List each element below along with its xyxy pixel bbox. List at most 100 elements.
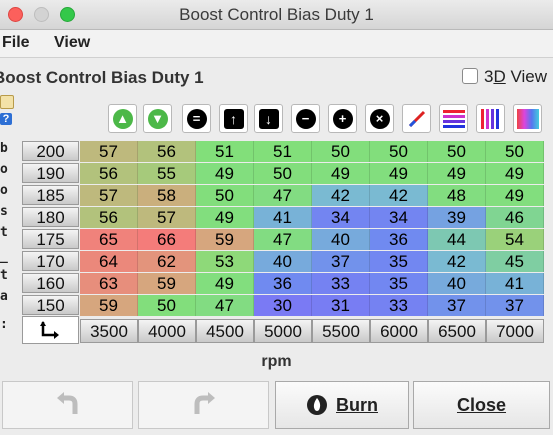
table-cell[interactable]: 51 bbox=[196, 141, 254, 162]
horizontal-interpolate-button[interactable] bbox=[439, 104, 468, 133]
table-cell[interactable]: 35 bbox=[370, 273, 428, 294]
interpolate-button[interactable] bbox=[402, 104, 431, 133]
table-cell[interactable]: 30 bbox=[254, 295, 312, 316]
table-cell[interactable]: 59 bbox=[196, 229, 254, 250]
table-cell[interactable]: 49 bbox=[486, 163, 544, 184]
table-cell[interactable]: 59 bbox=[80, 295, 138, 316]
burn-button[interactable]: Burn bbox=[275, 381, 409, 429]
increment-button[interactable]: ▲ bbox=[108, 104, 137, 133]
notepad-icon[interactable] bbox=[0, 95, 14, 109]
shift-down-button[interactable]: ↓ bbox=[254, 104, 283, 133]
table-cell[interactable]: 40 bbox=[312, 229, 370, 250]
table-cell[interactable]: 37 bbox=[428, 295, 486, 316]
table-cell[interactable]: 49 bbox=[196, 207, 254, 228]
table-cell[interactable]: 50 bbox=[428, 141, 486, 162]
row-label[interactable]: 170 bbox=[22, 251, 79, 271]
table-cell[interactable]: 36 bbox=[254, 273, 312, 294]
column-label[interactable]: 5000 bbox=[254, 319, 312, 343]
table-cell[interactable]: 39 bbox=[428, 207, 486, 228]
column-label[interactable]: 3500 bbox=[80, 319, 138, 343]
row-label[interactable]: 200 bbox=[22, 141, 79, 161]
table-cell[interactable]: 46 bbox=[486, 207, 544, 228]
axis-swap-button[interactable] bbox=[22, 316, 79, 344]
table-cell[interactable]: 57 bbox=[138, 207, 196, 228]
table-cell[interactable]: 34 bbox=[312, 207, 370, 228]
table-cell[interactable]: 50 bbox=[254, 163, 312, 184]
table-cell[interactable]: 47 bbox=[254, 185, 312, 206]
table-cell[interactable]: 31 bbox=[312, 295, 370, 316]
table-cell[interactable]: 41 bbox=[254, 207, 312, 228]
table-cell[interactable]: 49 bbox=[486, 185, 544, 206]
table-cell[interactable]: 56 bbox=[138, 141, 196, 162]
table-cell[interactable]: 50 bbox=[196, 185, 254, 206]
menu-file[interactable]: File bbox=[2, 34, 30, 52]
table-cell[interactable]: 35 bbox=[370, 251, 428, 272]
multiply-button[interactable]: × bbox=[365, 104, 394, 133]
row-label[interactable]: 160 bbox=[22, 273, 79, 293]
column-label[interactable]: 5500 bbox=[312, 319, 370, 343]
table-cell[interactable]: 37 bbox=[312, 251, 370, 272]
add-button[interactable]: + bbox=[328, 104, 357, 133]
table-cell[interactable]: 56 bbox=[80, 207, 138, 228]
view-3d-toggle[interactable]: 3D View bbox=[461, 67, 547, 87]
table-cell[interactable]: 50 bbox=[138, 295, 196, 316]
help-icon[interactable]: ? bbox=[0, 113, 12, 125]
table-cell[interactable]: 53 bbox=[196, 251, 254, 272]
table-cell[interactable]: 66 bbox=[138, 229, 196, 250]
menu-view[interactable]: View bbox=[54, 34, 90, 52]
table-cell[interactable]: 48 bbox=[428, 185, 486, 206]
table-cell[interactable]: 40 bbox=[428, 273, 486, 294]
table-cell[interactable]: 33 bbox=[312, 273, 370, 294]
table-cell[interactable]: 33 bbox=[370, 295, 428, 316]
table-cell[interactable]: 50 bbox=[370, 141, 428, 162]
table-cell[interactable]: 65 bbox=[80, 229, 138, 250]
row-label[interactable]: 175 bbox=[22, 229, 79, 249]
table-cell[interactable]: 59 bbox=[138, 273, 196, 294]
view-3d-checkbox[interactable] bbox=[461, 68, 478, 84]
column-label[interactable]: 6000 bbox=[370, 319, 428, 343]
table-cell[interactable]: 36 bbox=[370, 229, 428, 250]
table-cell[interactable]: 50 bbox=[486, 141, 544, 162]
table-cell[interactable]: 49 bbox=[428, 163, 486, 184]
row-label[interactable]: 150 bbox=[22, 295, 79, 315]
table-cell[interactable]: 57 bbox=[80, 185, 138, 206]
column-label[interactable]: 4000 bbox=[138, 319, 196, 343]
column-label[interactable]: 6500 bbox=[428, 319, 486, 343]
shift-up-button[interactable]: ↑ bbox=[219, 104, 248, 133]
vertical-interpolate-button[interactable] bbox=[476, 104, 505, 133]
table-cell[interactable]: 47 bbox=[196, 295, 254, 316]
table-cell[interactable]: 49 bbox=[312, 163, 370, 184]
table-cell[interactable]: 64 bbox=[80, 251, 138, 272]
redo-button[interactable] bbox=[138, 381, 269, 429]
table-cell[interactable]: 63 bbox=[80, 273, 138, 294]
table-cell[interactable]: 49 bbox=[370, 163, 428, 184]
table-cell[interactable]: 37 bbox=[486, 295, 544, 316]
table-cell[interactable]: 49 bbox=[196, 273, 254, 294]
table-cell[interactable]: 42 bbox=[312, 185, 370, 206]
table-cell[interactable]: 58 bbox=[138, 185, 196, 206]
color-scale-button[interactable] bbox=[513, 104, 542, 133]
table-cell[interactable]: 50 bbox=[312, 141, 370, 162]
column-label[interactable]: 4500 bbox=[196, 319, 254, 343]
table-cell[interactable]: 40 bbox=[254, 251, 312, 272]
table-cell[interactable]: 42 bbox=[428, 251, 486, 272]
table-cell[interactable]: 54 bbox=[486, 229, 544, 250]
table-cell[interactable]: 55 bbox=[138, 163, 196, 184]
table-cell[interactable]: 34 bbox=[370, 207, 428, 228]
undo-button[interactable] bbox=[2, 381, 133, 429]
table-cell[interactable]: 42 bbox=[370, 185, 428, 206]
column-label[interactable]: 7000 bbox=[486, 319, 544, 343]
row-label[interactable]: 180 bbox=[22, 207, 79, 227]
close-button[interactable]: Close bbox=[413, 381, 550, 429]
table-cell[interactable]: 47 bbox=[254, 229, 312, 250]
set-equal-button[interactable]: = bbox=[182, 104, 211, 133]
row-label[interactable]: 190 bbox=[22, 163, 79, 183]
table-cell[interactable]: 51 bbox=[254, 141, 312, 162]
table-cell[interactable]: 45 bbox=[486, 251, 544, 272]
table-cell[interactable]: 56 bbox=[80, 163, 138, 184]
table-cell[interactable]: 62 bbox=[138, 251, 196, 272]
table-cell[interactable]: 44 bbox=[428, 229, 486, 250]
table-cell[interactable]: 49 bbox=[196, 163, 254, 184]
table-cell[interactable]: 57 bbox=[80, 141, 138, 162]
subtract-button[interactable]: − bbox=[291, 104, 320, 133]
